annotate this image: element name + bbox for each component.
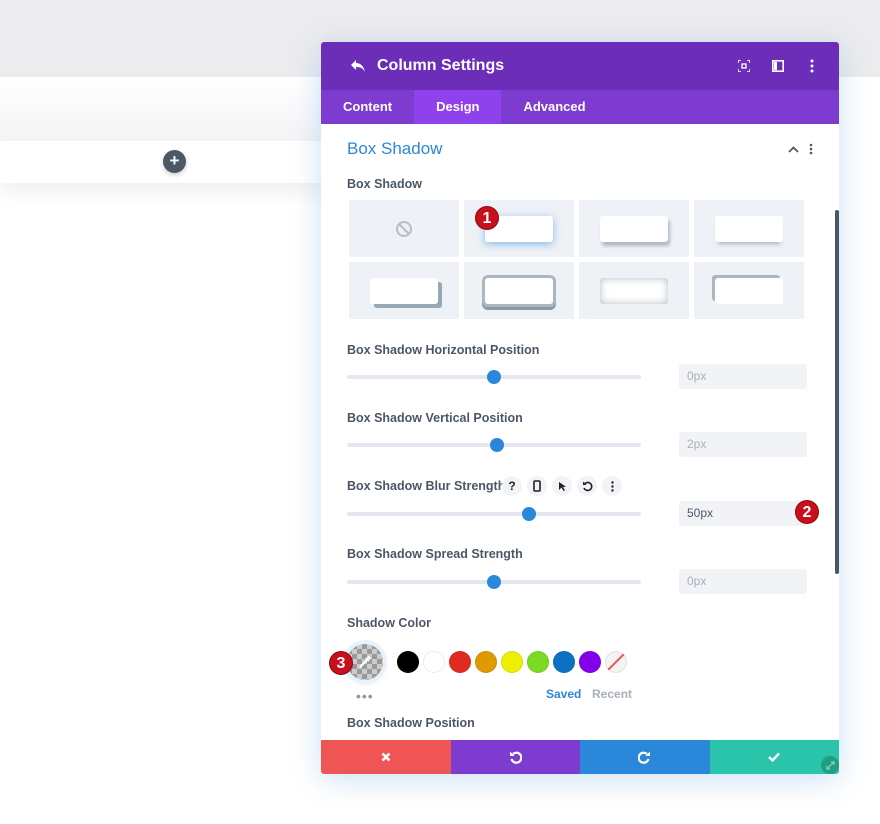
back-button[interactable] <box>347 55 369 77</box>
resize-handle[interactable] <box>821 756 839 774</box>
eyedropper-icon <box>359 655 372 668</box>
section-header[interactable]: Box Shadow <box>321 124 839 174</box>
blur-strength-slider[interactable] <box>347 507 641 521</box>
preset-preview <box>600 215 668 242</box>
horizontal-position-slider[interactable] <box>347 370 641 384</box>
close-icon <box>381 752 391 762</box>
chevron-up-icon[interactable] <box>788 145 799 153</box>
preset-preview <box>715 215 783 242</box>
question-icon: ? <box>508 479 516 493</box>
preset-7[interactable] <box>694 262 804 319</box>
modal-header: Column Settings <box>321 42 839 90</box>
swatch-blue[interactable] <box>553 651 575 673</box>
section-title: Box Shadow <box>347 139 443 158</box>
hover-button[interactable] <box>552 476 572 496</box>
back-arrow-icon <box>351 60 365 72</box>
slider-knob[interactable] <box>487 370 501 384</box>
modal-title: Column Settings <box>377 57 505 74</box>
vertical-position-label: Box Shadow Vertical Position <box>347 411 523 425</box>
modal-footer <box>321 740 839 774</box>
color-swatches <box>347 644 627 680</box>
phone-icon <box>533 480 541 492</box>
fullscreen-button[interactable] <box>733 55 755 77</box>
responsive-button[interactable] <box>527 476 547 496</box>
section-kebab-icon[interactable] <box>809 143 813 155</box>
saved-colors-tab[interactable]: Saved <box>546 687 581 701</box>
vertical-position-slider[interactable] <box>347 438 641 452</box>
clear-color-swatch[interactable] <box>605 651 627 673</box>
tab-content[interactable]: Content <box>321 90 414 124</box>
modal-body: Box Shadow Box Shadow 1 Box Shadow Horiz… <box>321 124 839 740</box>
horizontal-position-input[interactable]: 0px <box>679 364 807 389</box>
box-shadow-label: Box Shadow <box>347 177 423 191</box>
preset-6[interactable] <box>579 262 689 319</box>
preset-preview <box>370 277 438 304</box>
undo-icon <box>509 751 522 764</box>
kebab-icon <box>610 480 614 492</box>
blur-strength-input[interactable]: 50px <box>679 501 807 526</box>
tab-advanced[interactable]: Advanced <box>501 90 607 124</box>
horizontal-position-label: Box Shadow Horizontal Position <box>347 343 540 357</box>
reset-icon <box>582 481 592 491</box>
annotation-badge-2: 2 <box>795 500 819 524</box>
more-options-button[interactable] <box>801 55 823 77</box>
swatch-purple[interactable] <box>579 651 601 673</box>
box-shadow-presets <box>349 200 805 319</box>
cancel-button[interactable] <box>321 740 451 774</box>
annotation-badge-3: 3 <box>329 651 353 675</box>
page-section <box>0 77 330 141</box>
tab-design[interactable]: Design <box>414 90 502 124</box>
undo-button[interactable] <box>450 740 580 774</box>
help-button[interactable]: ? <box>502 476 522 496</box>
add-row-button[interactable]: + <box>163 150 186 173</box>
page: + Column Settings Content Design Advance… <box>0 0 880 824</box>
checkmark-icon <box>768 752 781 762</box>
more-colors-button[interactable]: ••• <box>356 688 374 704</box>
redo-icon <box>638 751 651 764</box>
swatch-white[interactable] <box>423 651 445 673</box>
vertical-position-input[interactable]: 2px <box>679 432 807 457</box>
preset-5[interactable] <box>464 262 574 319</box>
swatch-red[interactable] <box>449 651 471 673</box>
redo-button[interactable] <box>580 740 710 774</box>
preset-none[interactable] <box>349 200 459 257</box>
swatch-yellow[interactable] <box>501 651 523 673</box>
annotation-badge-1: 1 <box>475 206 499 230</box>
slider-knob[interactable] <box>487 575 501 589</box>
swatch-green[interactable] <box>527 651 549 673</box>
kebab-icon <box>810 59 814 73</box>
swatch-black[interactable] <box>397 651 419 673</box>
box-shadow-position-label: Box Shadow Position <box>347 716 475 730</box>
blur-strength-label: Box Shadow Blur Strength <box>347 479 506 493</box>
slider-knob[interactable] <box>489 438 504 452</box>
fullscreen-icon <box>738 60 750 72</box>
split-view-icon <box>772 60 784 72</box>
preset-preview <box>715 277 783 304</box>
field-options-button[interactable] <box>602 476 622 496</box>
slider-knob[interactable] <box>522 507 537 521</box>
modal-tabs: Content Design Advanced <box>321 90 839 124</box>
recent-colors-tab[interactable]: Recent <box>592 687 632 701</box>
preset-2[interactable] <box>579 200 689 257</box>
reset-button[interactable] <box>577 476 597 496</box>
spread-strength-input[interactable]: 0px <box>679 569 807 594</box>
cursor-icon <box>558 481 566 491</box>
save-button[interactable] <box>709 740 839 774</box>
shadow-color-label: Shadow Color <box>347 616 432 630</box>
scrollbar[interactable] <box>835 210 839 574</box>
split-view-button[interactable] <box>767 55 789 77</box>
resize-icon <box>825 760 835 770</box>
preset-preview <box>600 277 668 304</box>
preset-4[interactable] <box>349 262 459 319</box>
swatch-orange[interactable] <box>475 651 497 673</box>
preset-preview <box>485 277 553 304</box>
spread-strength-label: Box Shadow Spread Strength <box>347 547 523 561</box>
preset-3[interactable] <box>694 200 804 257</box>
field-tools: ? <box>502 476 622 496</box>
spread-strength-slider[interactable] <box>347 575 641 589</box>
none-icon <box>396 220 412 237</box>
column-settings-modal: Column Settings Content Design Advanced … <box>321 42 839 774</box>
